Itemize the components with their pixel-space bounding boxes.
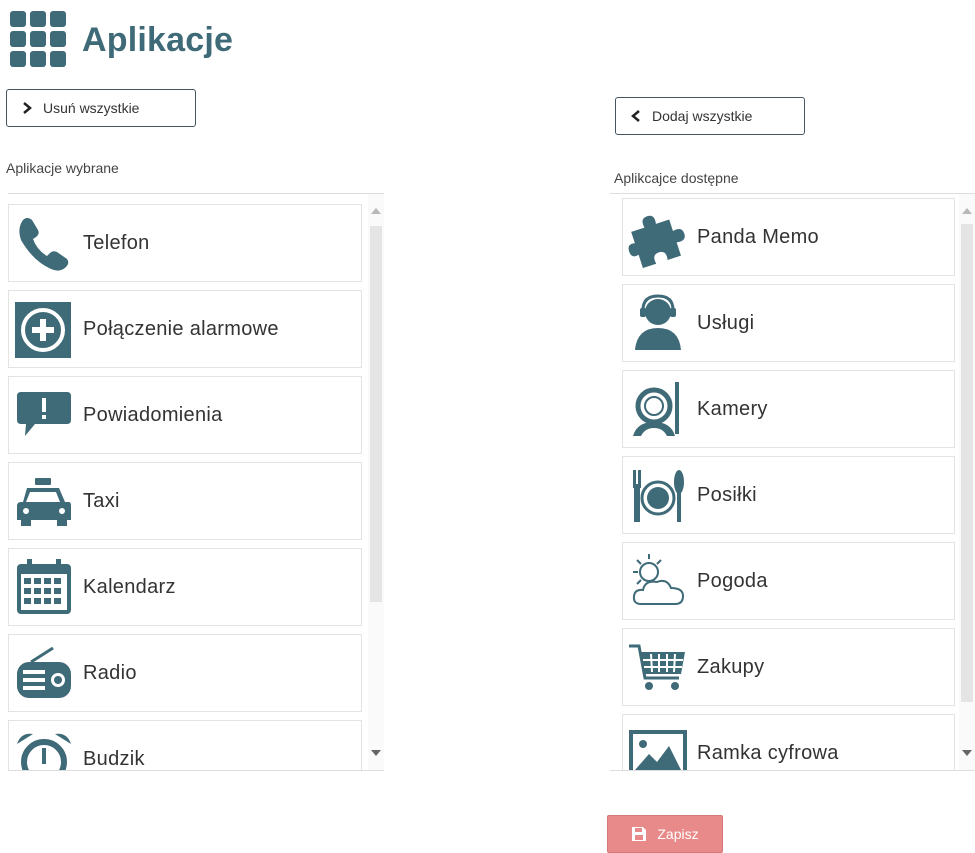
- remove-all-label: Usuń wszystkie: [43, 100, 140, 116]
- save-label: Zapisz: [657, 826, 699, 842]
- available-item-kamery[interactable]: Kamery: [622, 370, 955, 448]
- selected-item-budzik[interactable]: Budzik: [8, 720, 362, 770]
- phone-icon: [19, 218, 69, 271]
- puzzle-icon: [628, 215, 685, 268]
- shopping-cart-icon: [629, 644, 685, 690]
- selected-item-taxi[interactable]: Taxi: [8, 462, 362, 540]
- add-all-label: Dodaj wszystkie: [652, 108, 753, 124]
- available-item-posilki[interactable]: Posiłki: [622, 456, 955, 534]
- scroll-up-arrow[interactable]: [962, 208, 972, 214]
- notification-bubble-icon: [17, 392, 71, 436]
- selected-list-scrollbar[interactable]: [368, 194, 384, 770]
- selected-apps-label: Aplikacje wybrane: [6, 160, 119, 176]
- apps-grid-icon: [10, 11, 66, 67]
- selected-item-telefon[interactable]: Telefon: [8, 204, 362, 282]
- available-item-panda-memo[interactable]: Panda Memo: [622, 198, 955, 276]
- floppy-disk-icon: [632, 827, 647, 841]
- selected-item-kalendarz[interactable]: Kalendarz: [8, 548, 362, 626]
- page-header: Aplikacje: [10, 10, 233, 70]
- page-title: Aplikacje: [82, 20, 234, 59]
- scroll-down-arrow[interactable]: [371, 750, 381, 756]
- calendar-icon: [17, 559, 71, 614]
- save-button[interactable]: Zapisz: [607, 815, 723, 853]
- selected-item-powiadomienia[interactable]: Powiadomienia: [8, 376, 362, 454]
- scrollbar-thumb[interactable]: [961, 224, 973, 702]
- taxi-icon: [17, 478, 71, 526]
- selected-item-polaczenie-alarmowe[interactable]: Połączenie alarmowe: [8, 290, 362, 368]
- meal-plate-icon: [633, 470, 684, 522]
- selected-apps-list: Telefon Połączenie alarmowe Powiadomieni…: [8, 193, 384, 771]
- support-agent-icon: [635, 294, 681, 350]
- scrollbar-thumb[interactable]: [370, 226, 382, 602]
- alarm-clock-icon: [17, 733, 71, 770]
- available-item-ramka-cyfrowa[interactable]: Ramka cyfrowa: [622, 714, 955, 770]
- selected-item-radio[interactable]: Radio: [8, 634, 362, 712]
- scroll-up-arrow[interactable]: [371, 208, 381, 214]
- camera-lens-icon: [633, 382, 679, 436]
- scroll-down-arrow[interactable]: [962, 750, 972, 756]
- available-list-scrollbar[interactable]: [959, 194, 975, 770]
- available-apps-list: Panda Memo Usługi Kamery Posiłki Pogoda …: [610, 193, 975, 771]
- weather-icon: [632, 554, 685, 605]
- emergency-plus-icon: [15, 302, 71, 358]
- chevron-right-icon: [23, 102, 32, 114]
- remove-all-button[interactable]: Usuń wszystkie: [6, 89, 196, 127]
- photo-frame-icon: [629, 730, 687, 770]
- available-item-zakupy[interactable]: Zakupy: [622, 628, 955, 706]
- radio-icon: [17, 646, 71, 698]
- chevron-left-icon: [631, 110, 640, 122]
- available-apps-label: Aplikcajce dostępne: [614, 170, 739, 186]
- available-item-pogoda[interactable]: Pogoda: [622, 542, 955, 620]
- available-item-uslugi[interactable]: Usługi: [622, 284, 955, 362]
- add-all-button[interactable]: Dodaj wszystkie: [615, 97, 805, 135]
